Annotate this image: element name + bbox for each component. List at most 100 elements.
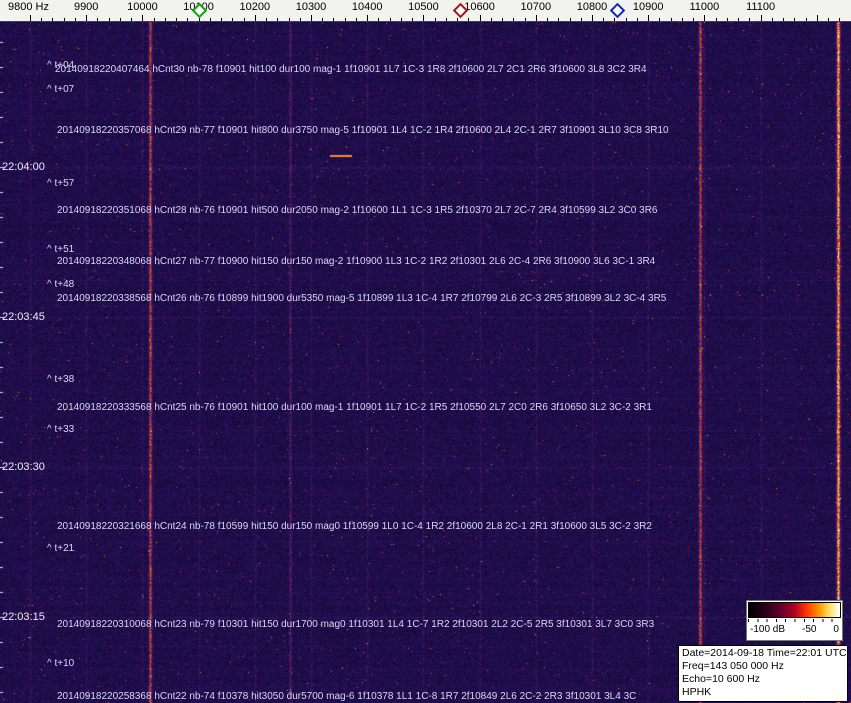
freq-tick [423, 15, 424, 21]
freq-tick [614, 18, 615, 21]
freq-tick [468, 18, 469, 21]
info-line-echo: Echo=10 600 Hz [682, 673, 844, 686]
db-label-min: -100 dB [750, 624, 785, 635]
freq-tick [671, 18, 672, 21]
freq-tick [761, 15, 762, 21]
freq-tick [390, 18, 391, 21]
freq-tick [772, 18, 773, 21]
freq-tick [52, 18, 53, 21]
freq-tick [682, 18, 683, 21]
freq-tick [255, 15, 256, 21]
freq-tick [513, 18, 514, 21]
freq-tick [570, 18, 571, 21]
marker-blue-icon[interactable] [610, 3, 626, 19]
freq-label: 10300 [296, 1, 327, 13]
freq-tick [716, 18, 717, 21]
db-label-mid: -50 [802, 624, 816, 635]
status-info-box: Date=2014-09-18 Time=22:01 UTC Freq=143 … [678, 645, 848, 702]
freq-tick [187, 18, 188, 21]
freq-label: 10600 [464, 1, 495, 13]
freq-tick [97, 18, 98, 21]
freq-tick [75, 18, 76, 21]
freq-tick [412, 18, 413, 21]
freq-tick [817, 15, 818, 21]
freq-tick [603, 18, 604, 21]
freq-tick [749, 18, 750, 21]
freq-tick [120, 18, 121, 21]
freq-label: 10700 [521, 1, 552, 13]
freq-tick [266, 18, 267, 21]
freq-tick [581, 18, 582, 21]
freq-tick [457, 18, 458, 21]
freq-tick [300, 18, 301, 21]
freq-tick [502, 18, 503, 21]
freq-label: 10900 [633, 1, 664, 13]
freq-tick [210, 18, 211, 21]
freq-tick [806, 18, 807, 21]
freq-tick [659, 18, 660, 21]
freq-label: 10400 [352, 1, 383, 13]
freq-tick [558, 18, 559, 21]
freq-label: 10500 [408, 1, 439, 13]
freq-tick [64, 18, 65, 21]
freq-tick [491, 18, 492, 21]
freq-tick [704, 15, 705, 21]
freq-tick [738, 18, 739, 21]
freq-label: 11000 [690, 1, 720, 13]
freq-tick [367, 15, 368, 21]
freq-tick [30, 15, 31, 21]
freq-tick [289, 18, 290, 21]
freq-tick [165, 18, 166, 21]
freq-tick [693, 18, 694, 21]
freq-tick [435, 18, 436, 21]
freq-tick [828, 18, 829, 21]
freq-tick [446, 18, 447, 21]
freq-tick [345, 18, 346, 21]
freq-tick [277, 18, 278, 21]
freq-label: 11100 [746, 1, 775, 13]
freq-tick [41, 18, 42, 21]
freq-label: 10200 [240, 1, 271, 13]
freq-tick [794, 18, 795, 21]
db-scale-labels: -100 dB -50 0 [748, 624, 841, 635]
spectrogram-app: 9800 Hz990010000101001020010300104001050… [0, 0, 851, 703]
freq-tick [176, 18, 177, 21]
freq-tick [378, 18, 379, 21]
frequency-scale-bar: 9800 Hz990010000101001020010300104001050… [0, 0, 851, 22]
freq-tick [244, 18, 245, 21]
db-scale-legend: -100 dB -50 0 [746, 600, 843, 641]
freq-tick [356, 18, 357, 21]
freq-tick [333, 18, 334, 21]
freq-tick [142, 15, 143, 21]
freq-tick [131, 18, 132, 21]
freq-tick [480, 15, 481, 21]
db-gradient-bar [748, 602, 841, 618]
freq-tick [322, 18, 323, 21]
freq-tick [592, 15, 593, 21]
freq-label: 10800 [577, 1, 608, 13]
info-line-freq: Freq=143 050 000 Hz [682, 660, 844, 673]
db-label-max: 0 [833, 624, 839, 635]
freq-label: 9800 Hz [8, 1, 49, 13]
freq-tick [401, 18, 402, 21]
freq-tick [536, 15, 537, 21]
freq-tick [232, 18, 233, 21]
freq-tick [547, 18, 548, 21]
freq-tick [839, 18, 840, 21]
freq-tick [109, 18, 110, 21]
freq-tick [783, 18, 784, 21]
freq-tick [525, 18, 526, 21]
db-gradient-ticks [748, 619, 841, 622]
freq-tick [86, 15, 87, 21]
freq-tick [626, 18, 627, 21]
freq-label: 10000 [127, 1, 158, 13]
spectrogram-waterfall [0, 22, 851, 703]
info-line-station: HPHK [682, 686, 844, 699]
info-line-date: Date=2014-09-18 Time=22:01 UTC [682, 647, 844, 660]
freq-tick [311, 15, 312, 21]
freq-tick [648, 15, 649, 21]
freq-tick [154, 18, 155, 21]
freq-tick [221, 18, 222, 21]
freq-tick [637, 18, 638, 21]
freq-tick [727, 18, 728, 21]
